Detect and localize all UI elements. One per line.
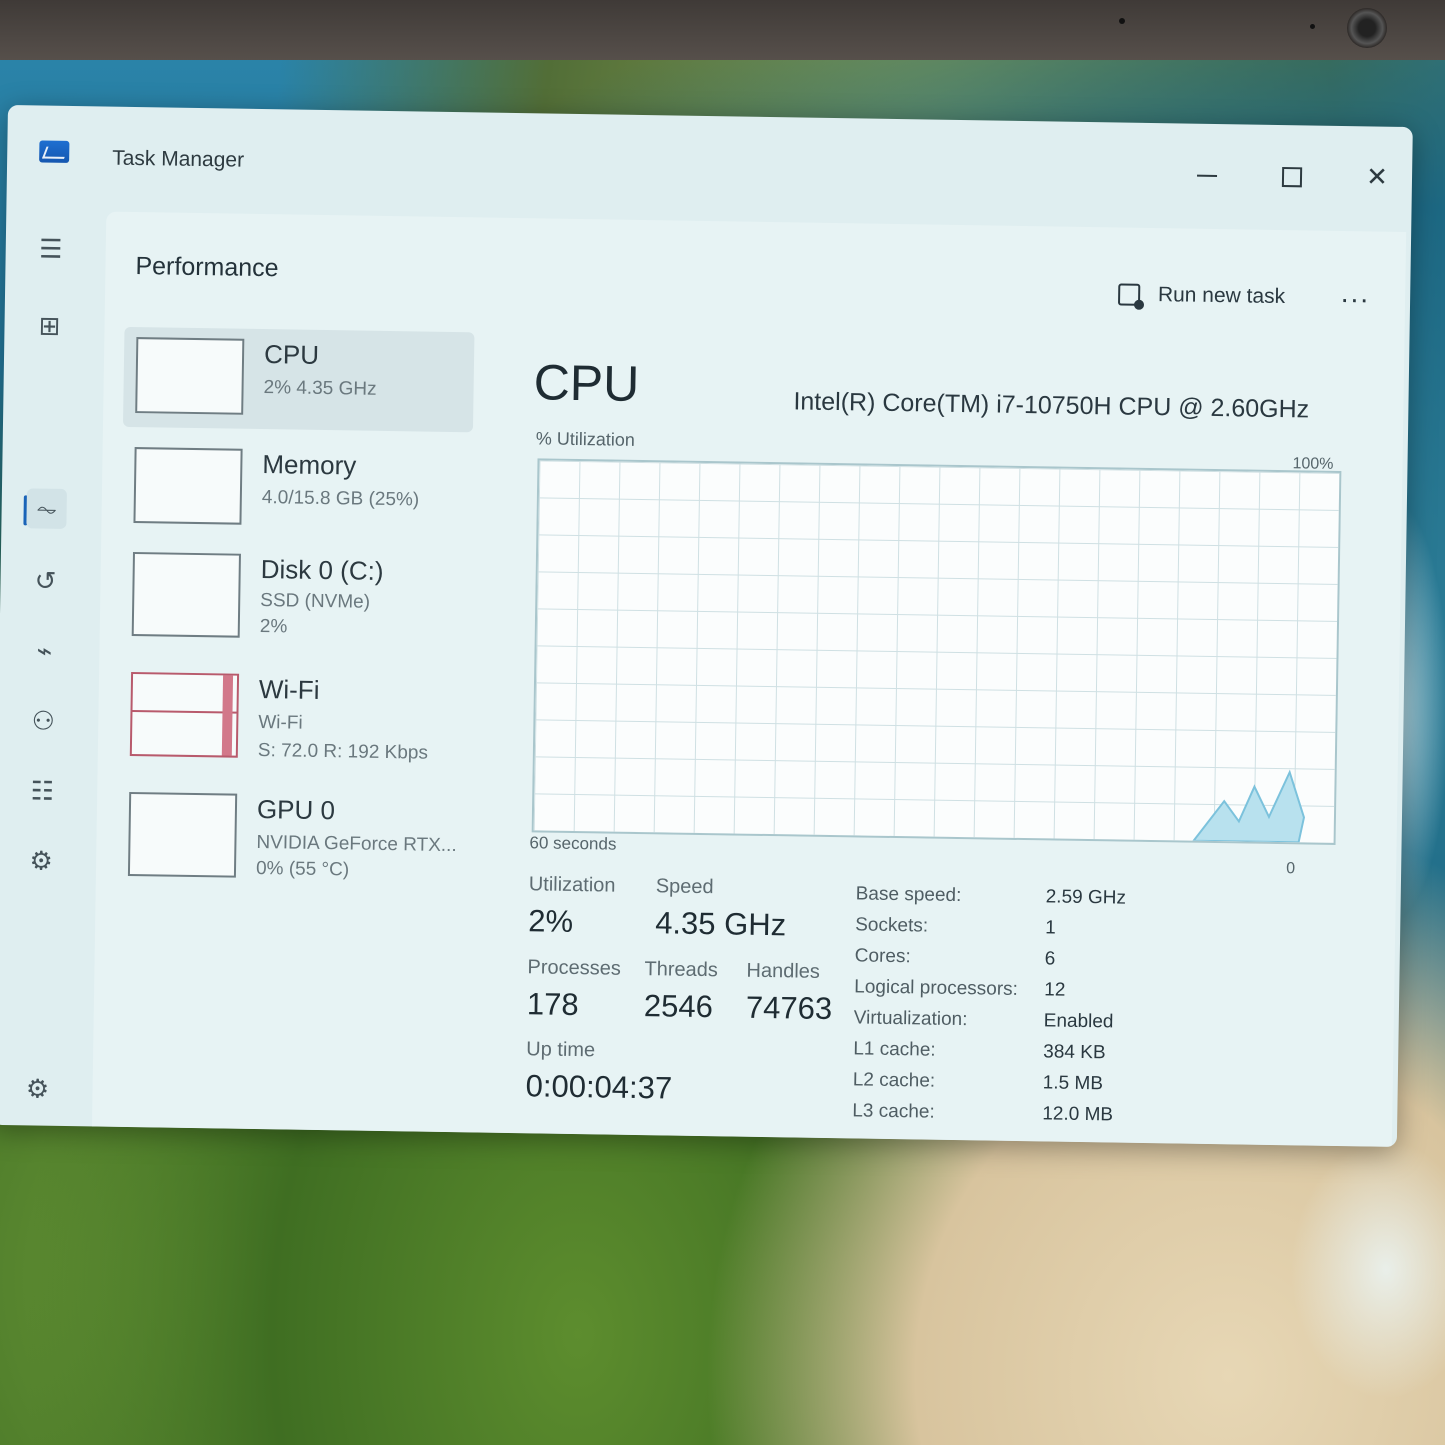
utilization-value: 2% [527,903,574,939]
run-new-task-label: Run new task [1157,283,1286,309]
maximize-button[interactable] [1267,155,1318,196]
disk-mini-graph [131,552,241,638]
threads-value: 2546 [643,988,714,1025]
performance-panel: Performance Run new task ... CPU 2% 4.35… [91,211,1407,1147]
minimize-icon [1197,174,1218,178]
spec-value: 384 KB [1043,1041,1106,1064]
run-task-icon [1117,283,1141,307]
device-detail: 2% 4.35 GHz [263,377,377,400]
spec-label: L3 cache: [852,1100,935,1123]
spec-value: 6 [1044,948,1056,970]
spec-value: 2.59 GHz [1045,886,1127,909]
device-detail: 2% [259,616,288,638]
processes-value: 178 [526,986,579,1023]
device-memory[interactable]: Memory 4.0/15.8 GB (25%) [121,437,473,542]
startup-apps-icon[interactable]: ⌁ [24,630,65,671]
task-manager-app-icon [39,140,70,163]
device-wifi[interactable]: Wi-Fi Wi-Fi S: 72.0 R: 192 Kbps [118,662,470,767]
left-navigation: ☰ ⊞ ⏦ ↺ ⌁ ⚇ ☷ ⚙ ⚙ [0,210,101,1126]
close-icon: ✕ [1365,161,1389,192]
device-disk[interactable]: Disk 0 (C:) SSD (NVMe) 2% [120,542,472,647]
cpu-heading: CPU [533,354,640,412]
device-detail: Wi-Fi [258,712,303,734]
cpu-mini-graph [135,337,245,415]
spec-label: L1 cache: [853,1038,936,1061]
spec-label: L2 cache: [852,1069,936,1092]
gpu-mini-graph [127,791,238,878]
spec-label: Virtualization: [853,1007,968,1031]
wallpaper-surf [1290,1140,1445,1400]
performance-icon[interactable]: ⏦ [26,488,67,529]
spec-label: Base speed: [855,883,962,907]
task-manager-window: Task Manager ✕ ☰ ⊞ ⏦ ↺ ⌁ ⚇ ☷ ⚙ ⚙ Perform… [0,105,1413,1147]
wifi-mini-graph [129,672,240,758]
minimize-button[interactable] [1182,153,1233,194]
memory-mini-graph [133,447,243,525]
spec-value: 12.0 MB [1042,1103,1114,1126]
cpu-usage-area [1191,769,1306,843]
details-icon[interactable]: ☷ [22,770,63,811]
processes-icon[interactable]: ⊞ [29,305,70,346]
wifi-graph-spike [221,675,234,756]
speed-label: Speed [655,875,714,899]
utilization-axis-label: % Utilization [535,428,636,450]
device-name: CPU [263,339,320,370]
handles-label: Handles [746,959,821,983]
device-detail: S: 72.0 R: 192 Kbps [257,740,429,764]
maximize-icon [1281,167,1303,188]
webcam [1347,8,1387,48]
graph-time-label: 60 seconds [529,833,617,854]
spec-label: Cores: [854,945,911,968]
device-name: Wi-Fi [258,674,320,705]
speed-value: 4.35 GHz [654,905,787,943]
bezel-sensor [1119,18,1125,24]
bezel-sensor [1310,24,1315,29]
cpu-model-name: Intel(R) Core(TM) i7-10750H CPU @ 2.60GH… [793,387,1310,424]
close-button[interactable]: ✕ [1352,156,1403,197]
threads-label: Threads [644,958,719,982]
handles-value: 74763 [745,989,833,1027]
device-detail: 4.0/15.8 GB (25%) [261,487,420,511]
app-history-icon[interactable]: ↺ [25,560,66,601]
spec-value: 1 [1045,917,1056,939]
hamburger-menu-icon[interactable]: ☰ [30,228,71,269]
spec-value: Enabled [1043,1010,1114,1033]
settings-icon[interactable]: ⚙ [17,1068,58,1109]
more-options-button[interactable]: ... [1341,277,1371,309]
device-name: Memory [262,449,357,481]
device-detail: NVIDIA GeForce RTX... [256,831,457,857]
spec-value: 1.5 MB [1042,1072,1104,1095]
processes-label: Processes [527,956,622,980]
device-detail: 0% (55 °C) [255,857,350,881]
graph-min-label: 0 [1286,860,1296,878]
services-icon[interactable]: ⚙ [21,840,62,881]
spec-label: Logical processors: [854,976,1019,1000]
page-title: Performance [135,252,279,283]
window-title: Task Manager [111,146,245,172]
uptime-value: 0:00:04:37 [525,1068,673,1106]
wifi-graph-line [132,710,237,714]
device-cpu[interactable]: CPU 2% 4.35 GHz [122,326,475,433]
uptime-label: Up time [526,1038,596,1062]
spec-label: Sockets: [855,914,929,937]
device-detail: SSD (NVMe) [260,590,371,613]
run-new-task-button[interactable]: Run new task [1117,282,1286,309]
device-gpu[interactable]: GPU 0 NVIDIA GeForce RTX... 0% (55 °C) [116,782,468,887]
cpu-utilization-graph [531,458,1342,845]
spec-value: 12 [1044,979,1066,1001]
utilization-label: Utilization [528,873,616,897]
users-icon[interactable]: ⚇ [23,700,64,741]
device-name: GPU 0 [256,793,336,826]
device-name: Disk 0 (C:) [260,554,384,586]
